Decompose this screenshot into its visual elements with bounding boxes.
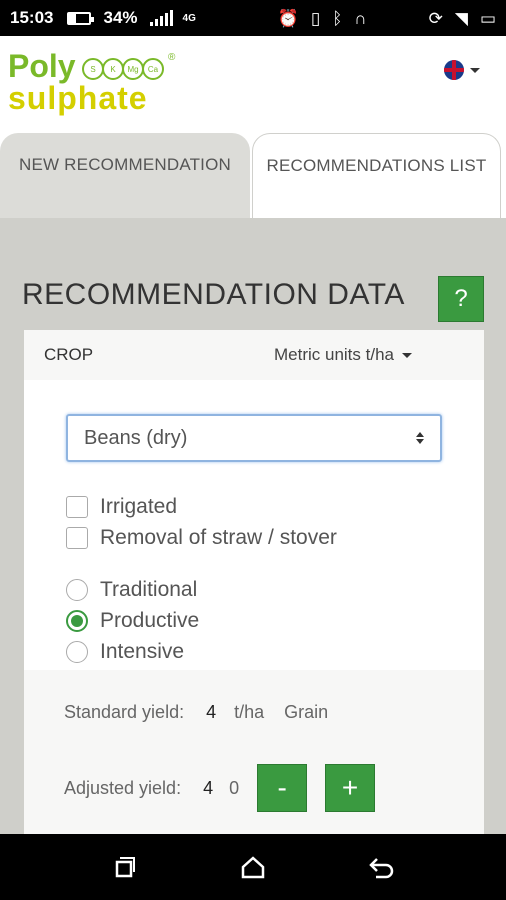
units-dropdown[interactable]: Metric units t/ha — [274, 345, 412, 365]
bluetooth-icon: ᛒ — [332, 8, 343, 28]
language-selector[interactable] — [444, 60, 480, 80]
standard-yield-unit: t/ha — [234, 702, 265, 722]
recent-apps-icon[interactable] — [109, 852, 139, 882]
vibrate-icon: ▯ — [310, 8, 321, 28]
network-type-label: 4G — [182, 12, 196, 24]
uk-flag-icon — [444, 60, 464, 80]
logo-circle: K — [102, 58, 124, 80]
alarm-icon: ⏰ — [277, 8, 299, 28]
straw-removal-checkbox[interactable] — [66, 527, 88, 549]
adjusted-yield-decimal: 0 — [229, 777, 240, 798]
decrease-yield-button[interactable]: - — [257, 764, 308, 812]
select-arrows-icon — [416, 432, 424, 444]
status-bar: 15:03 34% 4G ⏰ ▯ ᛒ ∩ ⟳ ◥ ▭ — [0, 0, 506, 36]
logo-circle: S — [82, 58, 104, 80]
irrigated-checkbox[interactable] — [66, 496, 88, 518]
crop-select-value: Beans (dry) — [84, 426, 188, 449]
tab-bar: NEW RECOMMENDATION RECOMMENDATIONS LIST — [0, 128, 506, 218]
logo-circle: Mg — [122, 58, 144, 80]
irrigated-label: Irrigated — [100, 495, 178, 518]
standard-yield-row: Standard yield: 4 t/ha Grain — [64, 702, 328, 723]
yield-section: Standard yield: 4 t/ha Grain Adjusted yi… — [24, 670, 484, 834]
productive-label: Productive — [100, 609, 200, 632]
crop-heading: CROP — [44, 345, 94, 364]
productive-radio-row[interactable]: Productive — [66, 609, 199, 633]
battery-icon — [67, 11, 95, 25]
help-button[interactable]: ? — [438, 276, 484, 322]
units-label: Metric units t/ha — [274, 345, 394, 364]
intensive-label: Intensive — [100, 640, 185, 663]
chevron-down-icon — [470, 67, 480, 73]
productive-radio[interactable] — [66, 610, 88, 632]
logo-text-bottom: sulphate — [8, 80, 148, 116]
irrigated-checkbox-row[interactable]: Irrigated — [66, 495, 177, 519]
adjusted-yield-row: Adjusted yield: 4 0 - + — [64, 764, 376, 812]
standard-yield-type: Grain — [284, 702, 329, 722]
intensive-radio-row[interactable]: Intensive — [66, 640, 184, 664]
logo-circle: Ca — [142, 58, 164, 80]
battery-percent: 34% — [103, 8, 138, 27]
tab-new-recommendation[interactable]: NEW RECOMMENDATION — [0, 133, 250, 218]
app-header: Poly sulphate S K Mg Ca ® — [0, 36, 506, 128]
standard-yield-label: Standard yield: — [64, 702, 185, 722]
logo-nutrient-circles: S K Mg Ca — [82, 58, 164, 80]
status-time: 15:03 — [10, 8, 54, 27]
adjusted-yield-value: 4 — [203, 777, 214, 798]
traditional-radio-row[interactable]: Traditional — [66, 578, 197, 602]
crop-card-header: CROP Metric units t/ha — [24, 330, 484, 380]
headphones-icon: ∩ — [354, 8, 367, 28]
crop-select[interactable]: Beans (dry) — [66, 414, 442, 462]
chevron-down-icon — [402, 352, 412, 358]
main-content: RECOMMENDATION DATA ? CROP Metric units … — [0, 218, 506, 834]
traditional-radio[interactable] — [66, 579, 88, 601]
home-icon[interactable] — [238, 852, 268, 882]
signal-icon — [149, 10, 173, 26]
adjusted-yield-label: Adjusted yield: — [64, 777, 182, 798]
sync-icon: ⟳ — [428, 8, 443, 28]
tab-recommendations-list[interactable]: RECOMMENDATIONS LIST — [252, 133, 501, 218]
page-title: RECOMMENDATION DATA — [22, 278, 405, 311]
intensive-radio[interactable] — [66, 641, 88, 663]
straw-removal-label: Removal of straw / stover — [100, 526, 337, 549]
polysulphate-logo: Poly sulphate S K Mg Ca ® — [8, 50, 175, 116]
standard-yield-value: 4 — [206, 702, 217, 722]
logo-registered-mark: ® — [168, 52, 176, 63]
traditional-label: Traditional — [100, 578, 198, 601]
straw-removal-checkbox-row[interactable]: Removal of straw / stover — [66, 526, 337, 550]
android-nav-bar — [0, 834, 506, 900]
screen-icon: ▭ — [479, 8, 496, 28]
increase-yield-button[interactable]: + — [325, 764, 376, 812]
back-icon[interactable] — [367, 852, 397, 882]
wifi-icon: ◥ — [454, 8, 468, 28]
